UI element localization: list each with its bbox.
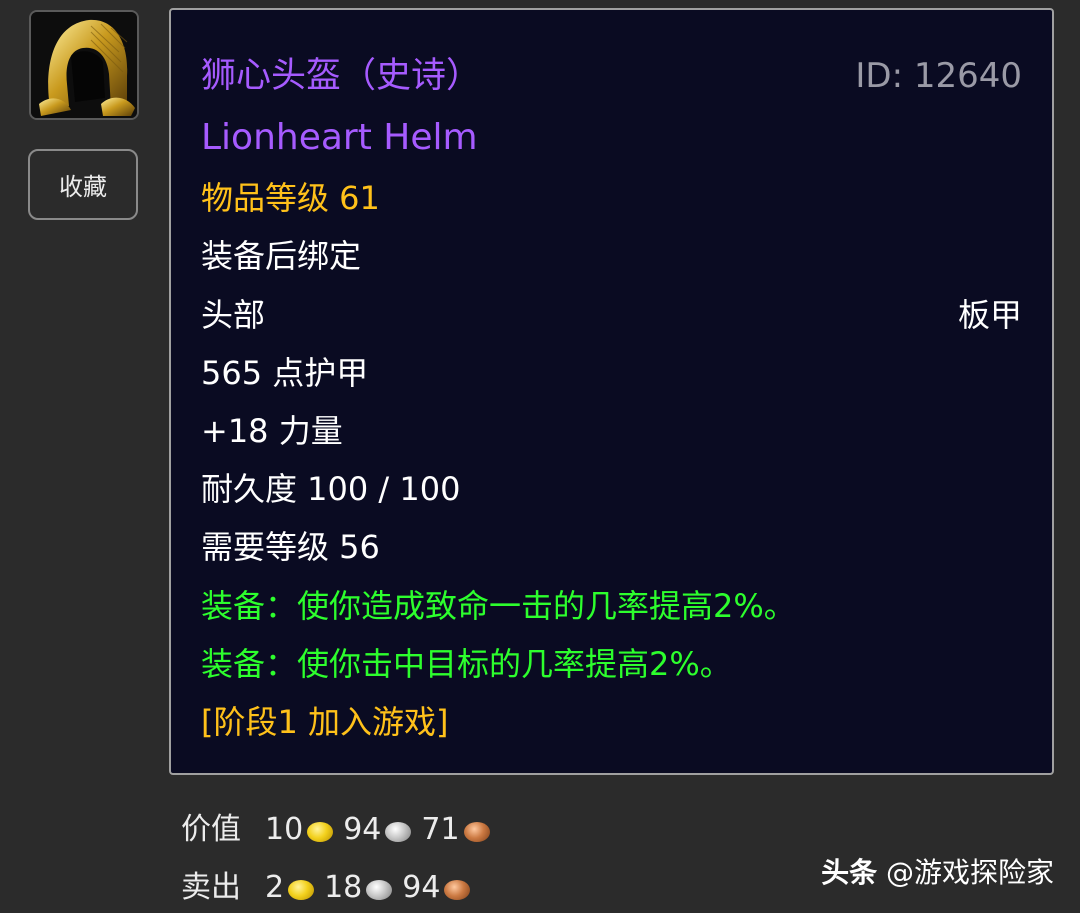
item-tooltip: 狮心头盔（史诗） ID: 12640 Lionheart Helm 物品等级 6… — [169, 8, 1054, 775]
price-sell-row: 卖出 2 18 94 — [181, 870, 480, 906]
silver-amount: 18 — [324, 870, 363, 905]
copper-coin-icon — [463, 822, 490, 842]
equip-effect: 装备：使你造成致命一击的几率提高2%。 — [201, 587, 796, 625]
item-name-en: Lionheart Helm — [201, 117, 478, 158]
required-level: 需要等级 56 — [201, 528, 380, 566]
silver-coin-icon — [366, 880, 393, 900]
copper-coin-icon — [444, 880, 471, 900]
helmet-icon[interactable] — [29, 10, 139, 120]
watermark-brand: 头条 — [821, 856, 878, 889]
watermark: 头条 @游戏探险家 — [821, 855, 1054, 891]
equip-effect: 装备：使你击中目标的几率提高2%。 — [201, 645, 732, 683]
watermark-handle: @游戏探险家 — [885, 856, 1054, 889]
stat-strength: +18 力量 — [201, 412, 343, 450]
price-value-label: 价值 — [181, 812, 241, 847]
silver-coin-icon — [385, 822, 412, 842]
gold-coin-icon — [307, 822, 334, 842]
copper-amount: 71 — [421, 812, 460, 847]
binding-text: 装备后绑定 — [201, 237, 362, 275]
armor-value: 565 点护甲 — [201, 354, 369, 392]
phase-text: [阶段1 加入游戏] — [201, 703, 449, 741]
gold-coin-icon — [288, 880, 315, 900]
price-value-row: 价值 10 94 71 — [181, 812, 500, 848]
favorite-button-label: 收藏 — [59, 173, 107, 201]
item-level: 物品等级 61 — [201, 179, 380, 217]
gold-amount: 10 — [265, 812, 304, 847]
copper-amount: 94 — [402, 870, 441, 905]
price-sell-label: 卖出 — [181, 870, 241, 905]
armor-type-text: 板甲 — [957, 296, 1022, 334]
slot-text: 头部 — [201, 296, 266, 334]
silver-amount: 94 — [343, 812, 382, 847]
item-name-cn: 狮心头盔（史诗） — [201, 56, 482, 96]
durability-text: 耐久度 100 / 100 — [201, 470, 461, 508]
item-detail-page: 收藏 狮心头盔（史诗） ID: 12640 Lionheart Helm 物品等… — [0, 0, 1080, 913]
favorite-button[interactable]: 收藏 — [28, 149, 138, 220]
item-id: ID: 12640 — [855, 56, 1022, 96]
gold-amount: 2 — [265, 870, 285, 905]
